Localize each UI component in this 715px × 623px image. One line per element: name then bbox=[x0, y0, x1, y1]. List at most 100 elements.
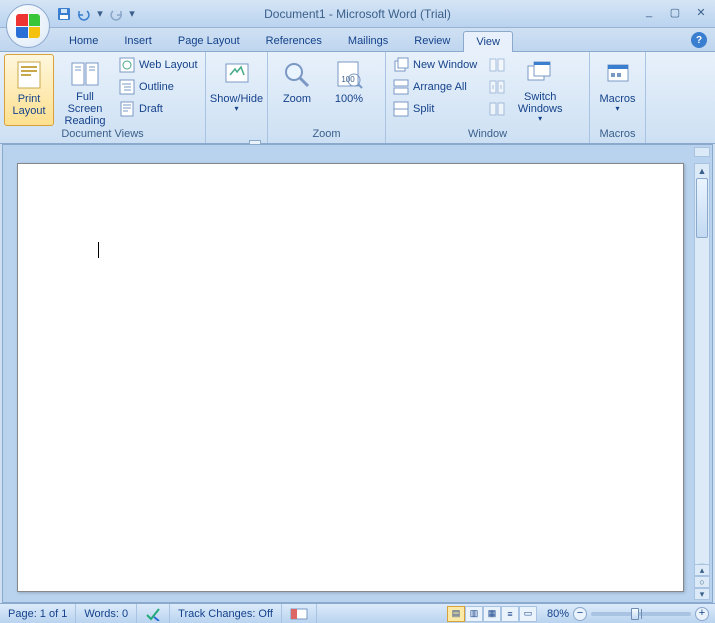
title-bar: ▾ ▾ Document1 - Microsoft Word (Trial) _… bbox=[0, 0, 715, 28]
undo-dropdown-icon[interactable]: ▾ bbox=[96, 6, 104, 22]
sync-scroll-icon bbox=[489, 79, 505, 95]
scroll-up-icon[interactable]: ▲ bbox=[695, 164, 709, 178]
view-draft-icon[interactable]: ▭ bbox=[519, 606, 537, 622]
group-label-zoom: Zoom bbox=[272, 127, 381, 141]
tab-home[interactable]: Home bbox=[56, 30, 111, 51]
split-button[interactable]: Split bbox=[390, 98, 480, 120]
help-icon[interactable]: ? bbox=[691, 32, 707, 48]
group-label-window: Window bbox=[390, 127, 585, 141]
zoom-label: Zoom bbox=[283, 93, 311, 105]
zoom-percent[interactable]: 80% bbox=[547, 608, 569, 620]
zoom-icon bbox=[281, 59, 313, 91]
prev-page-icon[interactable]: ▴ bbox=[694, 564, 710, 576]
web-layout-label: Web Layout bbox=[139, 59, 198, 71]
show-hide-icon bbox=[221, 59, 253, 91]
show-hide-button[interactable]: Show/Hide ▾ bbox=[212, 54, 262, 126]
sync-scroll-button[interactable] bbox=[486, 76, 508, 98]
reset-window-button[interactable] bbox=[486, 98, 508, 120]
view-side-by-side-button[interactable] bbox=[486, 54, 508, 76]
zoom-button[interactable]: Zoom bbox=[272, 54, 322, 126]
group-label-document-views: Document Views bbox=[4, 127, 201, 141]
tab-page-layout[interactable]: Page Layout bbox=[165, 30, 253, 51]
switch-windows-button[interactable]: Switch Windows ▾ bbox=[510, 54, 570, 126]
new-window-label: New Window bbox=[413, 59, 477, 71]
zoom-100-icon: 100 bbox=[333, 59, 365, 91]
full-screen-reading-label: Full Screen Reading bbox=[59, 91, 111, 127]
office-button[interactable] bbox=[6, 4, 50, 48]
next-page-icon[interactable]: ▾ bbox=[694, 588, 710, 600]
print-layout-label: Print Layout bbox=[7, 93, 51, 117]
switch-windows-icon bbox=[524, 59, 556, 89]
web-layout-icon bbox=[119, 57, 135, 73]
status-proofing[interactable] bbox=[137, 604, 170, 623]
web-layout-button[interactable]: Web Layout bbox=[116, 54, 201, 76]
status-track-changes[interactable]: Track Changes: Off bbox=[170, 604, 282, 623]
arrange-all-label: Arrange All bbox=[413, 81, 467, 93]
quick-access-toolbar: ▾ ▾ bbox=[56, 6, 136, 22]
draft-label: Draft bbox=[139, 103, 163, 115]
browse-object-icon[interactable]: ○ bbox=[694, 576, 710, 588]
split-handle[interactable] bbox=[694, 147, 710, 157]
tab-review[interactable]: Review bbox=[401, 30, 463, 51]
status-insert-mode[interactable] bbox=[282, 604, 317, 623]
view-full-reading-icon[interactable]: ▥ bbox=[465, 606, 483, 622]
new-window-button[interactable]: New Window bbox=[390, 54, 480, 76]
split-label: Split bbox=[413, 103, 434, 115]
arrange-all-button[interactable]: Arrange All bbox=[390, 76, 480, 98]
restore-button[interactable]: ▢ bbox=[667, 4, 683, 20]
zoom-out-button[interactable]: − bbox=[573, 607, 587, 621]
status-bar: Page: 1 of 1 Words: 0 Track Changes: Off… bbox=[0, 603, 715, 623]
view-shortcuts: ▤ ▥ ▦ ≡ ▭ bbox=[443, 606, 541, 622]
outline-button[interactable]: Outline bbox=[116, 76, 201, 98]
group-document-views: Print Layout Full Screen Reading Web Lay… bbox=[0, 52, 206, 143]
status-words[interactable]: Words: 0 bbox=[76, 604, 137, 623]
split-icon bbox=[393, 101, 409, 117]
new-window-icon bbox=[393, 57, 409, 73]
redo-icon[interactable] bbox=[108, 6, 124, 22]
group-window: New Window Arrange All Split bbox=[386, 52, 590, 143]
group-macros: Macros ▾ Macros bbox=[590, 52, 646, 143]
full-screen-reading-icon bbox=[69, 59, 101, 89]
ribbon: Print Layout Full Screen Reading Web Lay… bbox=[0, 52, 715, 144]
print-layout-icon bbox=[13, 59, 45, 91]
status-page[interactable]: Page: 1 of 1 bbox=[0, 604, 76, 623]
draft-icon bbox=[119, 101, 135, 117]
zoom-100-button[interactable]: 100 100% bbox=[324, 54, 374, 126]
arrange-all-icon bbox=[393, 79, 409, 95]
tab-view[interactable]: View bbox=[463, 31, 513, 52]
text-cursor bbox=[98, 242, 99, 258]
group-label-macros: Macros bbox=[594, 127, 641, 141]
minimize-button[interactable]: _ bbox=[641, 4, 657, 20]
chevron-down-icon: ▾ bbox=[615, 105, 619, 114]
view-print-layout-icon[interactable]: ▤ bbox=[447, 606, 465, 622]
reset-window-icon bbox=[489, 101, 505, 117]
zoom-in-button[interactable]: + bbox=[695, 607, 709, 621]
tab-references[interactable]: References bbox=[253, 30, 335, 51]
tab-insert[interactable]: Insert bbox=[111, 30, 165, 51]
zoom-slider[interactable] bbox=[591, 612, 691, 616]
scroll-thumb[interactable] bbox=[696, 178, 708, 238]
undo-icon[interactable] bbox=[76, 6, 92, 22]
chevron-down-icon: ▾ bbox=[234, 105, 238, 114]
tab-mailings[interactable]: Mailings bbox=[335, 30, 401, 51]
zoom-slider-thumb[interactable] bbox=[631, 608, 639, 620]
qat-customize-icon[interactable]: ▾ bbox=[128, 6, 136, 22]
save-icon[interactable] bbox=[56, 6, 72, 22]
macros-icon bbox=[602, 59, 634, 91]
view-outline-icon[interactable]: ≡ bbox=[501, 606, 519, 622]
vertical-scrollbar[interactable]: ▲ ▼ bbox=[694, 163, 710, 574]
view-web-icon[interactable]: ▦ bbox=[483, 606, 501, 622]
outline-label: Outline bbox=[139, 81, 174, 93]
outline-icon bbox=[119, 79, 135, 95]
document-page[interactable] bbox=[17, 163, 684, 592]
group-show-hide: Show/Hide ▾ ↘ bbox=[206, 52, 268, 143]
print-layout-button[interactable]: Print Layout bbox=[4, 54, 54, 126]
full-screen-reading-button[interactable]: Full Screen Reading bbox=[56, 54, 114, 126]
macros-button[interactable]: Macros ▾ bbox=[594, 54, 641, 126]
page-nav: ▴ ○ ▾ bbox=[694, 564, 710, 600]
document-area: ▲ ▼ ▴ ○ ▾ bbox=[2, 144, 713, 603]
office-logo-icon bbox=[16, 14, 40, 38]
close-button[interactable]: ✕ bbox=[693, 4, 709, 20]
draft-button[interactable]: Draft bbox=[116, 98, 201, 120]
switch-windows-label: Switch Windows bbox=[513, 91, 567, 115]
